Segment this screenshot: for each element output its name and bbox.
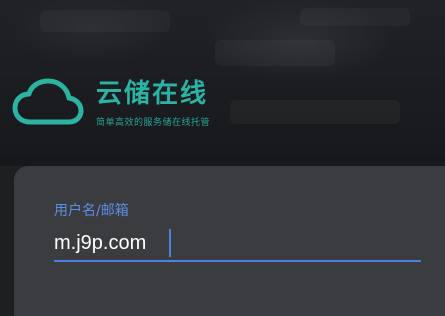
header-backdrop: 云储在线 简单高效的服务储在线托管 — [0, 0, 445, 166]
username-input[interactable] — [54, 226, 421, 262]
backdrop-shape — [40, 10, 170, 32]
backdrop-shape — [215, 40, 335, 66]
brand-logo: 云储在线 简单高效的服务储在线托管 — [12, 78, 210, 128]
backdrop-shape — [300, 8, 410, 26]
brand-slogan: 简单高效的服务储在线托管 — [96, 117, 211, 128]
text-caret — [169, 229, 171, 257]
backdrop-shape — [230, 100, 400, 124]
cloud-icon — [12, 78, 84, 125]
username-label: 用户名/邮箱 — [54, 203, 129, 219]
brand-name: 云储在线 — [96, 78, 209, 109]
login-card: 用户名/邮箱 — [14, 166, 445, 316]
